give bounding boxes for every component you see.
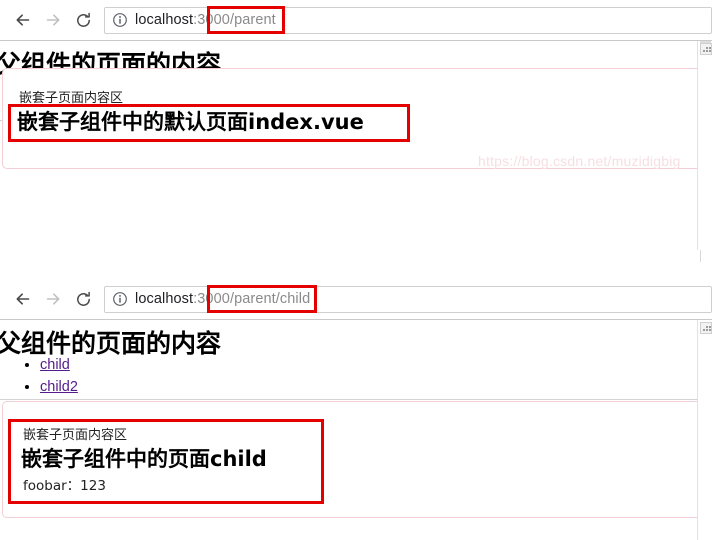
nested-outlet-card: 嵌套子页面内容区 嵌套子组件中的页面child foobar：123 — [2, 401, 702, 518]
list-item: child — [40, 354, 78, 376]
list-item: child2 — [40, 376, 78, 398]
url-port: :3000 — [193, 12, 230, 28]
page-viewport: 父组件的页面的内容 child child2 嵌套子页面内容区 嵌套子组件中的默… — [0, 41, 712, 250]
reload-icon — [76, 12, 90, 27]
url-port: :3000 — [193, 291, 230, 307]
reload-icon — [76, 291, 90, 306]
browser-toolbar: localhost:3000/parent — [0, 0, 712, 41]
address-bar[interactable]: localhost:3000/parent/child — [104, 285, 712, 313]
url-text: localhost:3000/parent/child — [135, 291, 310, 307]
nav-link-list: child child2 — [0, 354, 78, 398]
resize-grip[interactable] — [700, 322, 712, 334]
page-viewport: 父组件的页面的内容 child child2 嵌套子页面内容区 嵌套子组件中的页… — [0, 320, 712, 540]
back-button[interactable] — [8, 5, 38, 35]
back-button[interactable] — [8, 284, 38, 314]
link-child[interactable]: child — [40, 357, 70, 373]
resize-grip[interactable] — [700, 43, 712, 55]
link-child2[interactable]: child2 — [40, 379, 78, 395]
url-text: localhost:3000/parent — [135, 12, 276, 28]
reload-button[interactable] — [68, 5, 98, 35]
divider — [0, 399, 712, 400]
forward-button[interactable] — [38, 284, 68, 314]
back-arrow-icon — [16, 14, 30, 26]
url-path: /parent/child — [229, 291, 311, 307]
browser-window-parent: localhost:3000/parent 父组件的页面的内容 child ch… — [0, 0, 712, 250]
address-bar[interactable]: localhost:3000/parent — [104, 6, 712, 34]
browser-toolbar: localhost:3000/parent/child — [0, 279, 712, 320]
reload-button[interactable] — [68, 284, 98, 314]
outlet-label: 嵌套子页面内容区 — [23, 428, 128, 443]
outlet-heading: 嵌套子组件中的默认页面index.vue — [17, 110, 364, 134]
browser-window-parent-child: localhost:3000/parent/child 父组件的页面的内容 ch… — [0, 279, 712, 540]
page-scrollbar[interactable] — [697, 41, 712, 250]
back-arrow-icon — [16, 293, 30, 305]
stitch-artifact — [700, 250, 701, 262]
site-info-icon[interactable] — [112, 291, 128, 307]
url-host: localhost — [135, 291, 194, 307]
page-scrollbar[interactable] — [697, 320, 712, 540]
outlet-heading: 嵌套子组件中的页面child — [21, 447, 267, 471]
forward-arrow-icon — [46, 293, 60, 305]
url-path: /parent — [229, 12, 276, 28]
outlet-prop-foobar: foobar：123 — [23, 478, 106, 494]
forward-arrow-icon — [46, 14, 60, 26]
site-info-icon[interactable] — [112, 12, 128, 28]
forward-button[interactable] — [38, 5, 68, 35]
url-host: localhost — [135, 12, 194, 28]
outlet-label: 嵌套子页面内容区 — [19, 91, 124, 106]
watermark: https://blog.csdn.net/muzidigbig — [478, 153, 681, 169]
